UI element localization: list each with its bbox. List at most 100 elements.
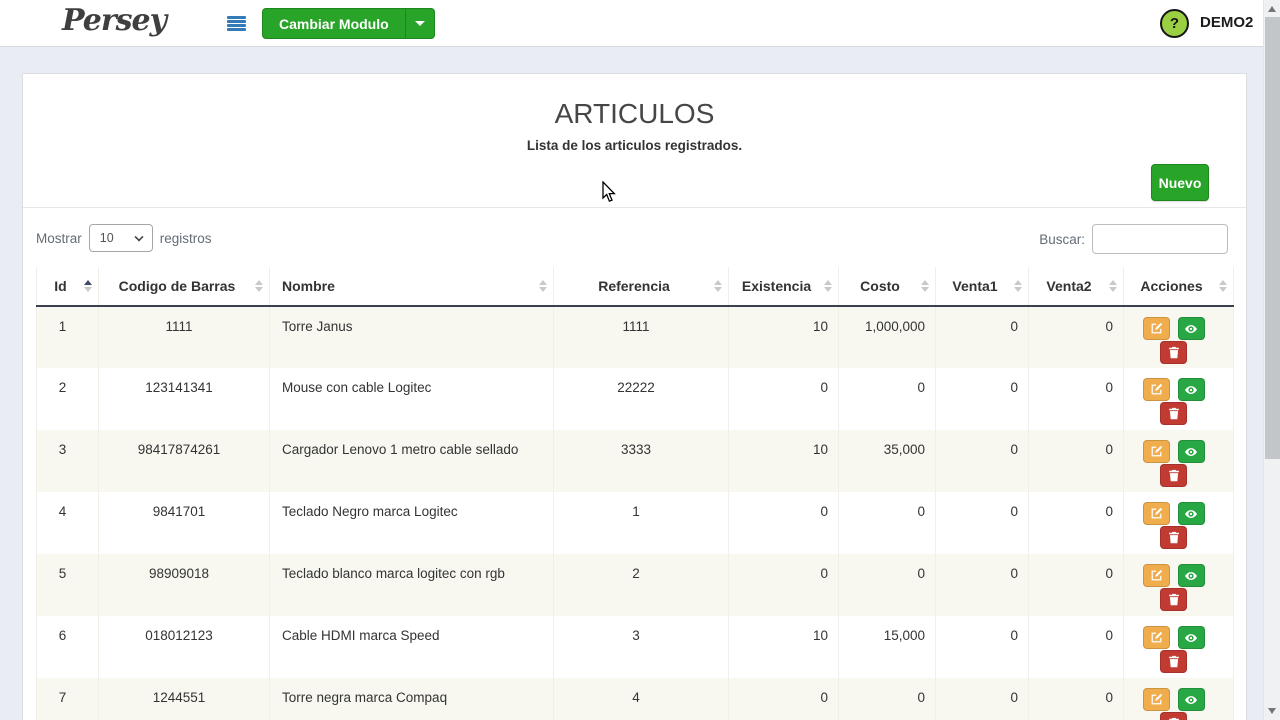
scroll-up-icon[interactable] [1268,6,1276,12]
cell-existencia: 0 [729,492,839,554]
cell-acciones [1124,430,1234,492]
edit-icon [1150,445,1163,458]
edit-button[interactable] [1143,440,1170,463]
edit-icon [1150,383,1163,396]
cell-nombre: Torre negra marca Compaq [270,678,554,720]
cell-existencia: 0 [729,678,839,720]
new-button[interactable]: Nuevo [1151,164,1209,201]
cell-existencia: 10 [729,430,839,492]
cell-venta2: 0 [1029,678,1124,720]
delete-button[interactable] [1160,464,1187,487]
cell-referencia: 2 [554,554,729,616]
sort-icon [1219,280,1227,292]
eye-icon [1184,507,1198,521]
row-actions [1124,440,1223,487]
edit-button[interactable] [1143,378,1170,401]
delete-button[interactable] [1160,650,1187,673]
page-size-select[interactable]: 10 [89,224,153,252]
cell-nombre: Teclado Negro marca Logitec [270,492,554,554]
edit-button[interactable] [1143,626,1170,649]
cell-costo: 0 [839,678,936,720]
column-header-referencia[interactable]: Referencia [554,267,729,306]
sort-icon [714,280,722,292]
cell-venta1: 0 [936,492,1029,554]
delete-button[interactable] [1160,402,1187,425]
card-header: ARTICULOS Lista de los articulos registr… [23,74,1246,208]
cell-venta1: 0 [936,616,1029,678]
table-row: 398417874261Cargador Lenovo 1 metro cabl… [37,430,1234,492]
sort-icon [1109,280,1117,292]
column-header-codigo-de-barras[interactable]: Codigo de Barras [99,267,270,306]
cell-referencia: 1 [554,492,729,554]
articles-table: IdCodigo de BarrasNombreReferenciaExiste… [36,267,1234,720]
cell-costo: 0 [839,368,936,430]
view-button[interactable] [1178,626,1205,649]
hamburger-icon[interactable] [227,16,246,31]
view-button[interactable] [1178,317,1205,340]
cell-acciones [1124,678,1234,720]
view-button[interactable] [1178,688,1205,711]
delete-button[interactable] [1160,588,1187,611]
cell-id: 2 [37,368,99,430]
edit-button[interactable] [1143,688,1170,711]
column-label: Venta1 [952,278,997,294]
cell-nombre: Teclado blanco marca logitec con rgb [270,554,554,616]
view-button[interactable] [1178,378,1205,401]
eye-icon [1184,383,1198,397]
sort-icon [539,280,547,292]
delete-button[interactable] [1160,712,1187,720]
cell-referencia: 3333 [554,430,729,492]
cell-venta1: 0 [936,368,1029,430]
cell-existencia: 10 [729,306,839,368]
cell-existencia: 0 [729,368,839,430]
column-header-nombre[interactable]: Nombre [270,267,554,306]
edit-button[interactable] [1143,317,1170,340]
scroll-down-icon[interactable] [1268,708,1276,714]
table-row: 6018012123Cable HDMI marca Speed31015,00… [37,616,1234,678]
edit-button[interactable] [1143,502,1170,525]
column-header-id[interactable]: Id [37,267,99,306]
cell-nombre: Mouse con cable Logitec [270,368,554,430]
row-actions [1124,317,1223,364]
view-button[interactable] [1178,564,1205,587]
sort-icon [1014,280,1022,292]
user-menu[interactable]: DEMO2 [1200,14,1253,31]
column-header-existencia[interactable]: Existencia [729,267,839,306]
cell-acciones [1124,306,1234,368]
table-header-row: IdCodigo de BarrasNombreReferenciaExiste… [37,267,1234,306]
table-row: 11111Torre Janus1111101,000,00000 [37,306,1234,368]
cell-venta1: 0 [936,554,1029,616]
edit-icon [1150,507,1163,520]
scrollbar[interactable] [1263,0,1280,720]
column-label: Acciones [1140,278,1202,294]
column-header-venta2[interactable]: Venta2 [1029,267,1124,306]
column-header-costo[interactable]: Costo [839,267,936,306]
column-label: Venta2 [1046,278,1091,294]
scrollbar-thumb[interactable] [1265,17,1280,459]
column-header-acciones[interactable]: Acciones [1124,267,1234,306]
eye-icon [1184,693,1198,707]
delete-button[interactable] [1160,341,1187,364]
view-button[interactable] [1178,502,1205,525]
search-input[interactable] [1092,224,1228,254]
cell-venta2: 0 [1029,430,1124,492]
delete-button[interactable] [1160,526,1187,549]
table-controls: Mostrar 10 registros Buscar: [23,208,1246,267]
articles-table-wrap: IdCodigo de BarrasNombreReferenciaExiste… [23,267,1246,720]
table-row: 598909018Teclado blanco marca logitec co… [37,554,1234,616]
view-button[interactable] [1178,440,1205,463]
row-actions [1124,564,1223,611]
row-actions [1124,688,1223,720]
edit-button[interactable] [1143,564,1170,587]
help-icon[interactable]: ? [1160,9,1189,38]
change-module-dropdown-toggle[interactable] [405,9,434,38]
column-header-venta1[interactable]: Venta1 [936,267,1029,306]
edit-icon [1150,693,1163,706]
brand-logo[interactable]: Persey [62,3,166,38]
sort-icon [921,280,929,292]
change-module-split-button[interactable]: Cambiar Modulo [262,8,435,39]
trash-icon [1168,346,1180,359]
change-module-button[interactable]: Cambiar Modulo [263,9,405,38]
trash-icon [1168,469,1180,482]
cell-codigo-de-barras: 98909018 [99,554,270,616]
